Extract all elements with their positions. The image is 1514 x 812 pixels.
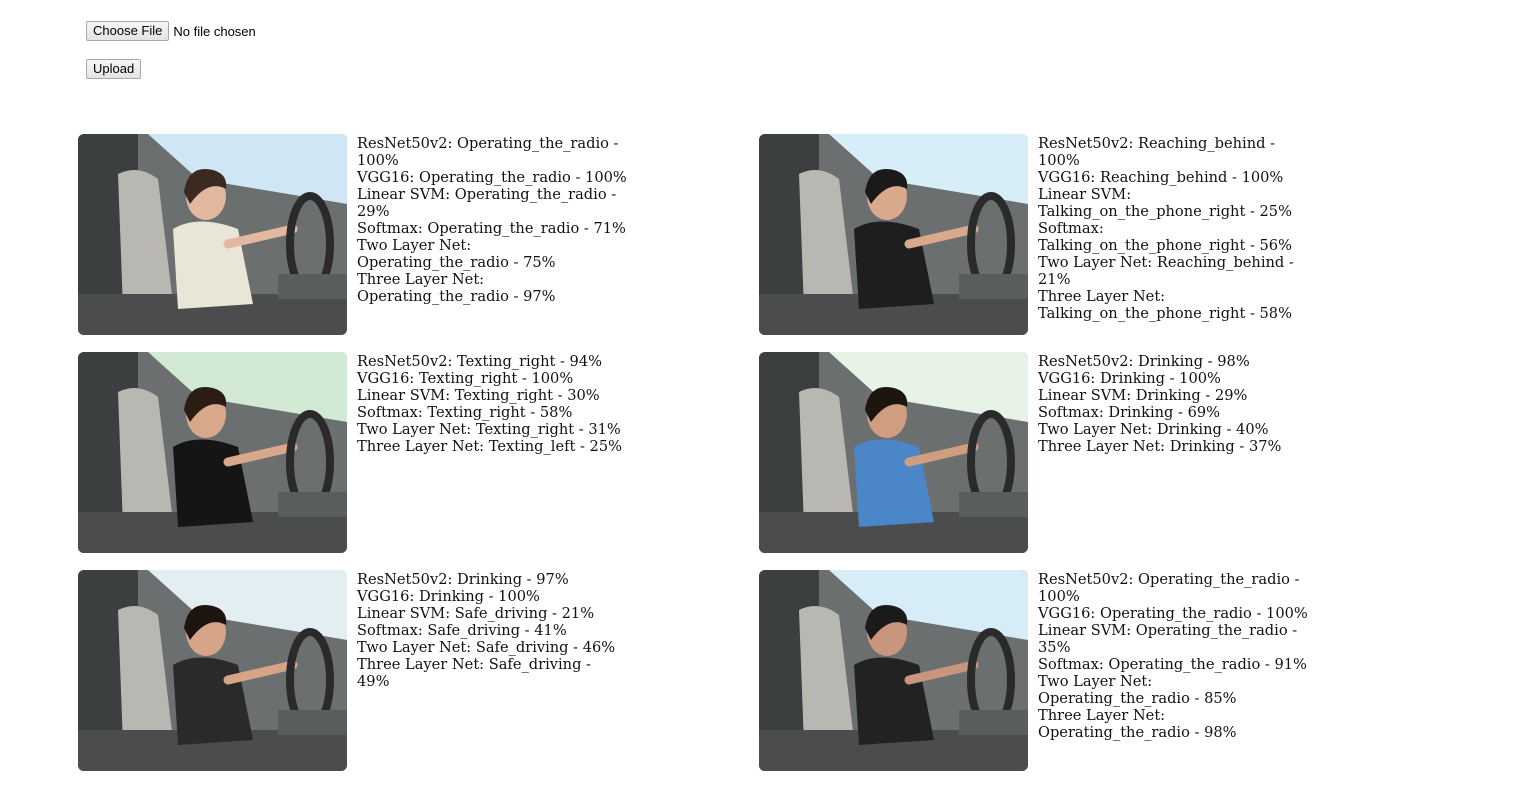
file-status-text: No file chosen (173, 23, 256, 39)
prediction-line: Softmax: Texting_right - 58% (357, 404, 573, 421)
prediction-line: Softmax: Operating_the_radio - 71% (357, 220, 626, 237)
choose-file-button[interactable]: Choose File (86, 21, 170, 41)
prediction-list: ResNet50v2: Texting_right - 94% VGG16: T… (357, 353, 627, 455)
driver-photo (759, 134, 1028, 335)
prediction-line: Two Layer Net: Operating_the_radio - 85% (1038, 673, 1237, 707)
result-item: ResNet50v2: Drinking - 97% VGG16: Drinki… (78, 570, 759, 771)
prediction-line: Two Layer Net: Operating_the_radio - 75% (357, 237, 556, 271)
prediction-line: VGG16: Texting_right - 100% (357, 370, 574, 387)
prediction-line: Three Layer Net: Texting_left - 25% (357, 438, 622, 455)
prediction-line: Linear SVM: Operating_the_radio - 29% (357, 186, 617, 220)
file-input[interactable]: Choose File No file chosen (86, 21, 256, 41)
prediction-line: VGG16: Operating_the_radio - 100% (357, 169, 627, 186)
result-item: ResNet50v2: Operating_the_radio - 100% V… (759, 570, 1440, 771)
dashboard (278, 710, 347, 735)
prediction-line: Two Layer Net: Safe_driving - 46% (357, 639, 616, 656)
dashboard (278, 492, 347, 517)
dashboard (959, 274, 1028, 299)
prediction-line: Three Layer Net: Operating_the_radio - 9… (1038, 707, 1237, 741)
prediction-line: Linear SVM: Texting_right - 30% (357, 387, 600, 404)
driver-photo (78, 352, 347, 553)
result-item: ResNet50v2: Operating_the_radio - 100% V… (78, 134, 759, 335)
prediction-line: Two Layer Net: Texting_right - 31% (357, 421, 621, 438)
prediction-line: Linear SVM: Operating_the_radio - 35% (1038, 622, 1298, 656)
prediction-line: Softmax: Drinking - 69% (1038, 404, 1221, 421)
prediction-line: Two Layer Net: Drinking - 40% (1038, 421, 1269, 438)
dashboard (278, 274, 347, 299)
photo-svg (759, 352, 1028, 553)
result-item: ResNet50v2: Drinking - 98% VGG16: Drinki… (759, 352, 1440, 553)
driver-photo (759, 570, 1028, 771)
prediction-line: ResNet50v2: Operating_the_radio - 100% (357, 135, 619, 169)
result-item: ResNet50v2: Texting_right - 94% VGG16: T… (78, 352, 759, 553)
prediction-line: Linear SVM: Drinking - 29% (1038, 387, 1248, 404)
prediction-line: Three Layer Net: Talking_on_the_phone_ri… (1038, 288, 1292, 322)
prediction-line: VGG16: Drinking - 100% (357, 588, 540, 605)
upload-form: Choose File No file chosen Upload (86, 21, 256, 79)
prediction-list: ResNet50v2: Drinking - 98% VGG16: Drinki… (1038, 353, 1308, 455)
prediction-line: Three Layer Net: Safe_driving - 49% (357, 656, 591, 690)
prediction-line: Three Layer Net: Drinking - 37% (1038, 438, 1282, 455)
prediction-line: VGG16: Operating_the_radio - 100% (1038, 605, 1308, 622)
prediction-line: VGG16: Drinking - 100% (1038, 370, 1221, 387)
prediction-line: ResNet50v2: Reaching_behind - 100% (1038, 135, 1275, 169)
result-item: ResNet50v2: Reaching_behind - 100% VGG16… (759, 134, 1440, 335)
photo-svg (759, 134, 1028, 335)
prediction-line: Linear SVM: Safe_driving - 21% (357, 605, 595, 622)
prediction-line: ResNet50v2: Drinking - 97% (357, 571, 569, 588)
upload-button[interactable]: Upload (86, 59, 142, 79)
dashboard (959, 492, 1028, 517)
photo-svg (78, 134, 347, 335)
prediction-line: Linear SVM: Talking_on_the_phone_right -… (1038, 186, 1292, 220)
driver-photo (78, 570, 347, 771)
prediction-line: Two Layer Net: Reaching_behind - 21% (1038, 254, 1294, 288)
prediction-line: Softmax: Safe_driving - 41% (357, 622, 567, 639)
prediction-list: ResNet50v2: Operating_the_radio - 100% V… (1038, 571, 1308, 741)
dashboard (959, 710, 1028, 735)
prediction-list: ResNet50v2: Operating_the_radio - 100% V… (357, 135, 627, 305)
photo-svg (759, 570, 1028, 771)
prediction-list: ResNet50v2: Drinking - 97% VGG16: Drinki… (357, 571, 627, 690)
prediction-list: ResNet50v2: Reaching_behind - 100% VGG16… (1038, 135, 1308, 322)
prediction-line: Softmax: Talking_on_the_phone_right - 56… (1038, 220, 1292, 254)
prediction-line: ResNet50v2: Texting_right - 94% (357, 353, 602, 370)
photo-svg (78, 352, 347, 553)
prediction-line: VGG16: Reaching_behind - 100% (1038, 169, 1284, 186)
driver-photo (759, 352, 1028, 553)
prediction-line: ResNet50v2: Drinking - 98% (1038, 353, 1250, 370)
prediction-line: Three Layer Net: Operating_the_radio - 9… (357, 271, 556, 305)
prediction-line: Softmax: Operating_the_radio - 91% (1038, 656, 1307, 673)
prediction-line: ResNet50v2: Operating_the_radio - 100% (1038, 571, 1300, 605)
photo-svg (78, 570, 347, 771)
driver-photo (78, 134, 347, 335)
